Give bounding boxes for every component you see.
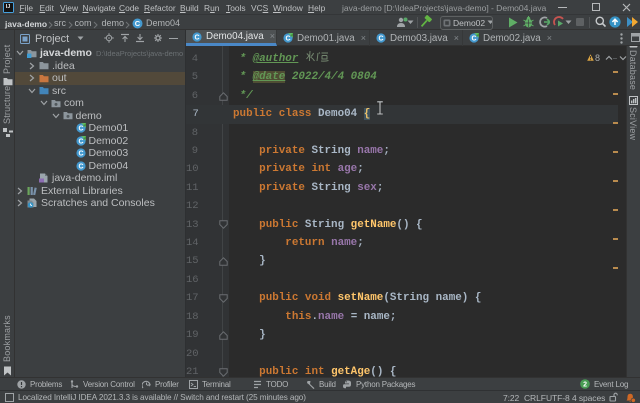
svg-text:C: C: [78, 126, 83, 133]
svg-text:C: C: [78, 151, 83, 158]
svg-text:C: C: [378, 36, 383, 43]
svg-text:2: 2: [583, 382, 587, 389]
svg-text:C: C: [285, 36, 290, 43]
svg-text:C: C: [78, 139, 83, 146]
svg-text:C: C: [135, 19, 141, 28]
svg-text:C: C: [78, 164, 83, 171]
svg-text:C: C: [194, 34, 199, 41]
svg-text:C: C: [471, 36, 476, 43]
